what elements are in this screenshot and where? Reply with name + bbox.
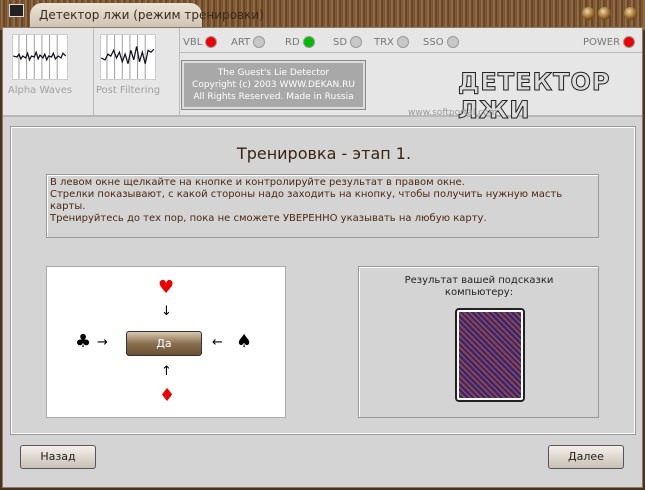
instructions-box: В левом окне щелкайте на кнопке и контро…: [46, 174, 599, 238]
app-icon[interactable]: [9, 4, 24, 17]
instruction-line: Стрелки показывают, с какой стороны надо…: [50, 189, 563, 212]
led-trx: TRX: [374, 36, 409, 48]
arrow-up-icon: ↑: [161, 364, 172, 379]
result-area: Результат вашей подсказки компьютеру:: [358, 266, 599, 418]
post-filtering-label: Post Filtering: [95, 85, 161, 96]
window-title: Детектор лжи (режим тренировки): [30, 3, 264, 27]
led-indicator: [253, 36, 266, 48]
card-back: [455, 308, 525, 402]
led-indicator: [205, 36, 218, 48]
header-panel: Alpha Waves Post Filtering VBL ART RD SD…: [3, 28, 642, 125]
close-button[interactable]: [624, 7, 637, 20]
led-rd: RD: [285, 36, 315, 48]
led-sso: SSO: [423, 36, 459, 48]
led-vbl: VBL: [183, 36, 218, 48]
main-window: Alpha Waves Post Filtering VBL ART RD SD…: [2, 27, 643, 488]
maximize-button[interactable]: [598, 7, 611, 20]
led-indicator: [350, 36, 363, 48]
arrow-down-icon: ↓: [161, 304, 172, 319]
alpha-waves-label: Alpha Waves: [7, 85, 73, 96]
copyright-line: The Guest's Lie Detector: [217, 68, 330, 78]
copyright-line: All Rights Reserved. Made in Russia: [193, 92, 354, 102]
heart-icon: ♥: [158, 277, 175, 298]
next-button[interactable]: Далее: [548, 445, 624, 469]
diamond-icon: ♦: [159, 385, 176, 406]
arrow-left-icon: ←: [212, 335, 223, 350]
title-bar[interactable]: Детектор лжи (режим тренировки): [0, 0, 645, 30]
led-indicator: [302, 36, 315, 48]
led-sd: SD: [333, 36, 363, 48]
led-indicator: [446, 36, 459, 48]
post-filtering-graph: [100, 34, 156, 80]
yes-button[interactable]: Да: [126, 331, 202, 356]
instruction-line: В левом окне щелкайте на кнопке и контро…: [50, 177, 465, 188]
alpha-waves-graph: [12, 34, 68, 80]
spade-icon: ♠: [236, 331, 253, 352]
led-indicator: [396, 36, 409, 48]
copyright-box: The Guest's Lie Detector Copyright (c) 2…: [181, 60, 366, 110]
club-icon: ♣: [75, 331, 92, 352]
back-button[interactable]: Назад: [20, 445, 96, 469]
copyright-line: Copyright (c) 2003 WWW.DEKAN.RU: [192, 80, 355, 90]
instruction-line: Тренируйтесь до тех пор, пока не сможете…: [50, 213, 487, 224]
trainer-area: ♥ ↓ ♣ → Да ← ♠ ↑ ♦: [46, 266, 286, 418]
page-title: Тренировка - этап 1.: [236, 144, 412, 163]
led-art: ART: [231, 36, 266, 48]
led-power: POWER: [583, 36, 636, 48]
watermark: www.softportal.com: [408, 108, 498, 118]
led-indicator: [623, 36, 636, 48]
arrow-right-icon: →: [97, 335, 108, 350]
training-panel: Тренировка - этап 1. В левом окне щелкай…: [10, 126, 636, 435]
result-label: Результат вашей подсказки компьютеру:: [404, 275, 554, 298]
minimize-button[interactable]: [582, 7, 595, 20]
